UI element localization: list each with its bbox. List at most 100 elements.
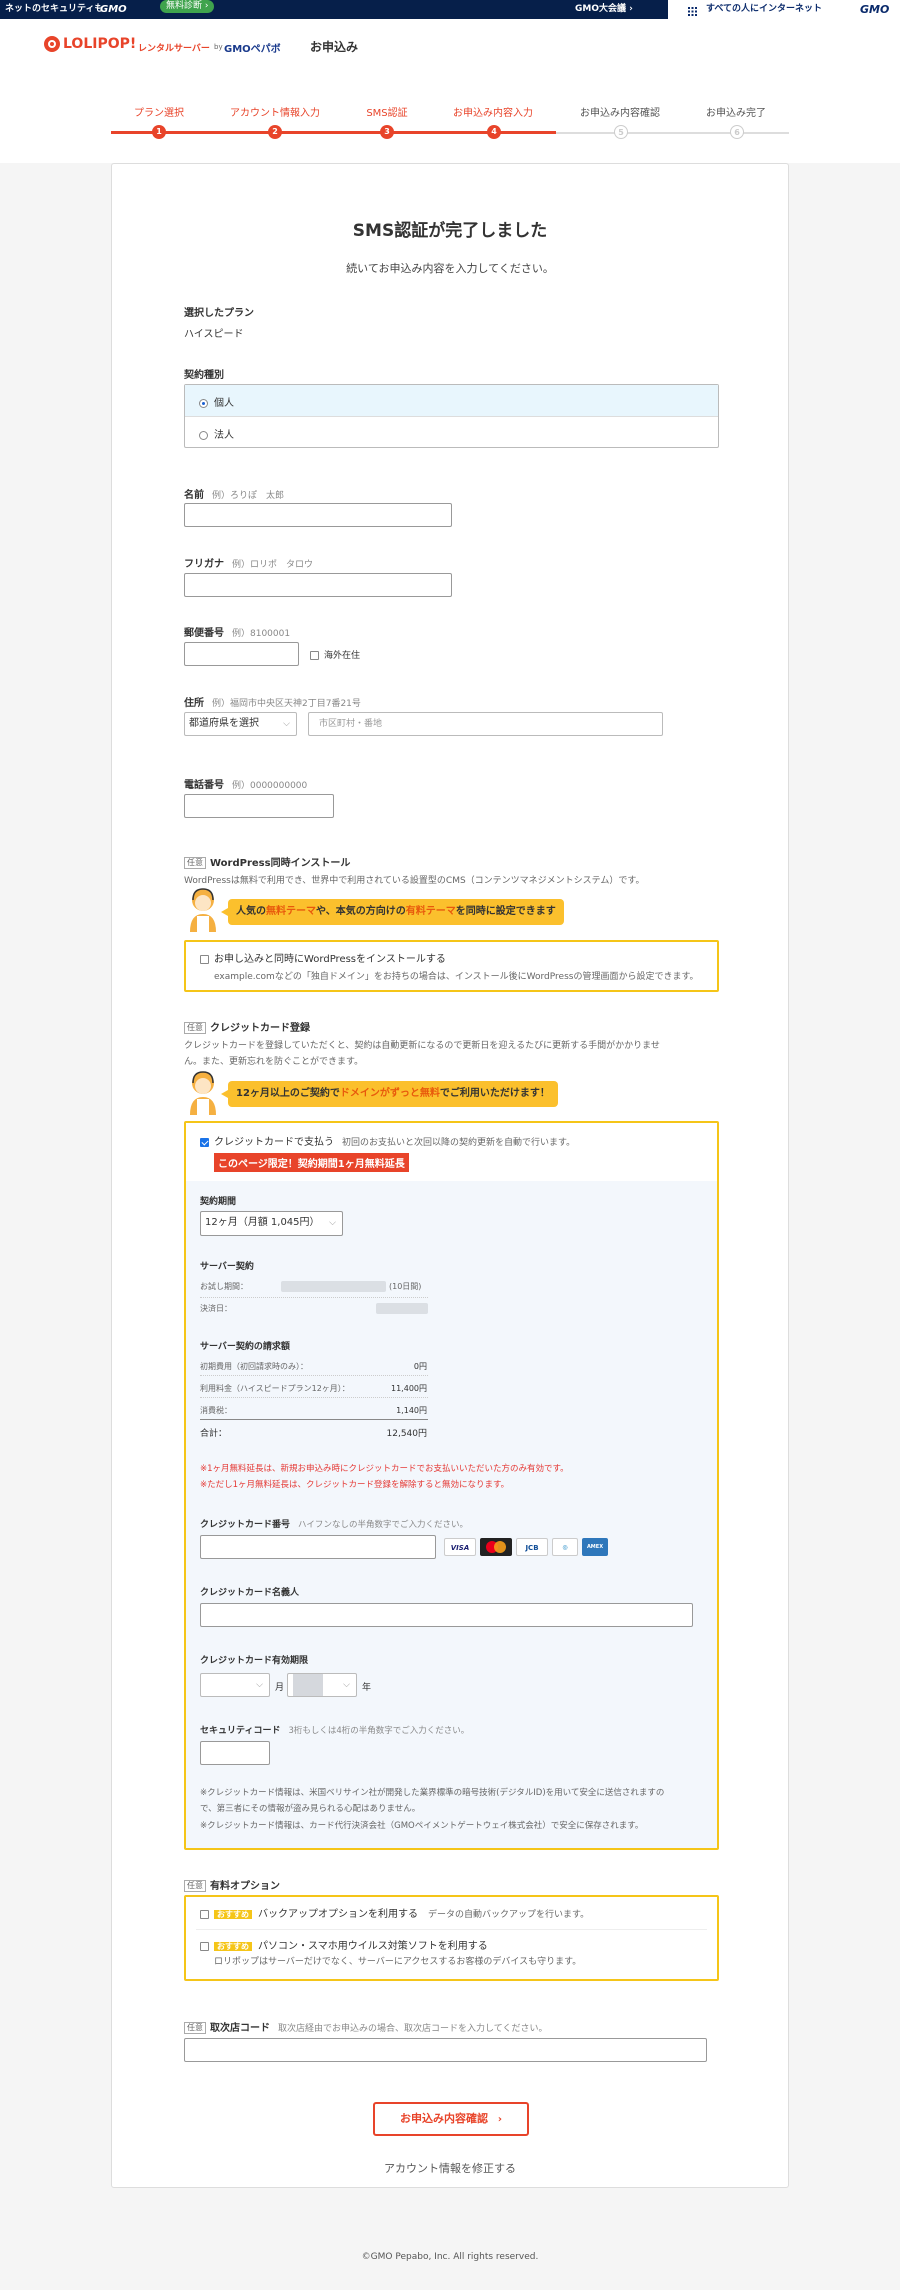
chevron-down-icon: ⌵ (329, 1218, 336, 1228)
mastercard-icon (480, 1538, 512, 1556)
confirm-button[interactable]: お申込み内容確認 › (373, 2102, 529, 2136)
radio-individual[interactable]: 個人 (185, 385, 718, 417)
divider (196, 1929, 707, 1930)
bill-row-key: 利用料金（ハイスピードプラン12ヶ月）： (200, 1384, 350, 1393)
recommend-badge: おすすめ (214, 1910, 252, 1919)
virus-checkbox[interactable]: おすすめ パソコン・スマホ用ウイルス対策ソフトを利用する (200, 1937, 488, 1952)
security-code-label: セキュリティコード 3桁もしくは4桁の半角数字でご入力ください。 (200, 1726, 470, 1736)
divider (200, 1419, 428, 1420)
agency-label: 任意 取次店コード 取次店経由でお申込みの場合、取次店コードを入力してください。 (184, 2019, 547, 2034)
cc-box: クレジットカードで支払う 初回のお支払いと次回以降の契約更新を自動で行います。 こ… (184, 1121, 719, 1850)
top-right-banner[interactable]: すべての人にインターネット GMO (668, 0, 900, 19)
checkbox-icon (200, 1941, 209, 1951)
cc-pay-checkbox[interactable]: クレジットカードで支払う 初回のお支払いと次回以降の契約更新を自動で行います。 (200, 1133, 575, 1148)
radio-icon (199, 398, 208, 408)
free-diag-pill[interactable]: 無料診断 › (160, 0, 215, 13)
cc-note-3: ※クレジットカード情報は、カード代行決済会社（GMOペイメントゲートウェイ株式会… (200, 1821, 644, 1831)
radio-icon (199, 430, 208, 440)
city-input[interactable]: 市区町村・番地 (308, 712, 663, 736)
wp-promo-bubble: 人気の無料テーマや、本気の方向けの有料テーマを同時に設定できます (221, 899, 564, 925)
bill-row-value: 11,400円 (391, 1384, 427, 1393)
period-select[interactable]: 12ヶ月（月額 1,045円） ⌵ (200, 1211, 343, 1236)
cc-title: 任意 クレジットカード登録 (184, 1019, 310, 1034)
note-red-2: ※ただし1ヶ月無料延長は、クレジットカード登録を解除すると無効になります。 (200, 1480, 510, 1490)
cc-description-1: クレジットカードを登録していただくと、契約は自動更新になるので更新日を迎えるたび… (184, 1041, 660, 1051)
checkbox-icon (310, 651, 319, 660)
agency-code-input[interactable] (184, 2038, 707, 2062)
cc-box-head (186, 1123, 717, 1181)
operator-illustration (184, 1069, 222, 1115)
total-value: 12,540円 (386, 1429, 428, 1439)
cc-name-input[interactable] (200, 1603, 693, 1627)
promo-text: ネットのセキュリティも (5, 4, 104, 14)
wp-title: 任意 WordPress同時インストール (184, 854, 350, 869)
form-card: SMS認証が完了しました 続いてお申込み内容を入力してください。 選択したプラン… (111, 163, 789, 2188)
logo[interactable]: LOLIPOP! (63, 36, 136, 52)
cc-note-2: で、第三者にその情報が盗み見られる心配はありません。 (200, 1804, 421, 1814)
trial-dates-redacted (281, 1281, 386, 1292)
diners-icon: ◎ (552, 1538, 578, 1556)
security-code-input[interactable] (200, 1741, 270, 1765)
note-red-1: ※1ヶ月無料延長は、新規お申込み時にクレジットカードでお支払いいただいた方のみ有… (200, 1464, 569, 1474)
furigana-label: フリガナ 例）ロリポ タロウ (184, 559, 314, 570)
paid-options-title: 任意 有料オプション (184, 1877, 280, 1892)
progress-steps: プラン選択 1 アカウント情報入力 2 SMS認証 3 お申込み内容入力 4 お… (0, 91, 900, 163)
phone-input[interactable] (184, 794, 334, 818)
checkbox-icon (200, 954, 209, 964)
plan-label: 選択したプラン (184, 308, 254, 319)
backup-checkbox[interactable]: おすすめ バックアップオプションを利用する データの自動バックアップを行います。 (200, 1905, 589, 1920)
card-brands: VISA JCB ◎ AMEX (444, 1538, 619, 1556)
exp-month-select[interactable]: ⌵ (200, 1673, 270, 1697)
checkbox-checked-icon (200, 1137, 209, 1147)
overseas-checkbox[interactable]: 海外在住 (310, 648, 360, 661)
divider (200, 1375, 428, 1376)
chevron-down-icon: ⌵ (256, 1680, 263, 1690)
wp-install-note: example.comなどの「独自ドメイン」をお持ちの場合は、インストール後にW… (214, 972, 699, 982)
cc-name-label: クレジットカード名義人 (200, 1588, 300, 1598)
step-label-6: お申込み完了 (706, 108, 766, 119)
page-subtitle: 続いてお申込み内容を入力してください。 (346, 262, 554, 275)
phone-label: 電話番号 例）0000000000 (184, 780, 308, 791)
contract-type-group: 個人 法人 (184, 384, 719, 448)
bill-label: サーバー契約の請求額 (200, 1342, 290, 1352)
prefecture-select[interactable]: 都道府県を選択 ⌵ (184, 712, 297, 736)
period-label: 契約期間 (200, 1197, 237, 1207)
trial-label: お試し期間： (200, 1282, 248, 1291)
cc-number-input[interactable] (200, 1535, 436, 1559)
contract-type-label: 契約種別 (184, 370, 224, 381)
step-dot-6: 6 (730, 125, 744, 139)
step-label-5: お申込み内容確認 (580, 108, 660, 119)
furigana-input[interactable] (184, 573, 452, 597)
checkbox-icon (200, 1909, 209, 1919)
edit-account-link[interactable]: アカウント情報を修正する (112, 2160, 788, 2176)
step-dot-2: 2 (268, 125, 282, 139)
wp-install-box: お申し込みと同時にWordPressをインストールする example.comな… (184, 940, 719, 992)
step-dot-3: 3 (380, 125, 394, 139)
grid-icon (688, 5, 697, 16)
exp-year-select[interactable]: ⌵ (287, 1673, 357, 1697)
recommend-badge: おすすめ (214, 1942, 252, 1951)
cc-ribbon: このページ限定！契約期間1ヶ月無料延長 (214, 1153, 409, 1172)
step-label-2: アカウント情報入力 (230, 108, 320, 119)
page-heading: SMS認証が完了しました (352, 221, 548, 241)
paid-options-box: おすすめ バックアップオプションを利用する データの自動バックアップを行います。 お… (184, 1895, 719, 1981)
chevron-down-icon: ⌵ (283, 719, 290, 729)
radio-corporate[interactable]: 法人 (185, 417, 718, 448)
plan-value: ハイスピード (184, 329, 244, 340)
server-contract-label: サーバー契約 (200, 1262, 254, 1272)
name-label: 名前 例）ろりぽ 太郎 (184, 490, 285, 501)
lollipop-icon (44, 36, 60, 52)
wp-install-checkbox[interactable]: お申し込みと同時にWordPressをインストールする (200, 950, 446, 965)
site-header: LOLIPOP! レンタルサーバー by GMOペパボ お申込み (0, 19, 900, 91)
page-title: お申込み (310, 40, 359, 54)
postal-input[interactable] (184, 642, 299, 666)
operator-illustration (184, 886, 222, 932)
top-promo-bar: ネットのセキュリティも GMO 無料診断 › GMO大会議 › すべての人にイン… (0, 0, 900, 19)
name-input[interactable] (184, 503, 452, 527)
cc-description-2: ん。また、更新忘れを防ぐことができます。 (184, 1057, 364, 1067)
gmo-taikai-link[interactable]: GMO大会議 › (575, 0, 633, 19)
month-label: 月 (275, 1683, 285, 1693)
cc-note-1: ※クレジットカード情報は、米国ベリサイン社が開発した業界標準の暗号技術(デジタル… (200, 1788, 665, 1798)
amex-icon: AMEX (582, 1538, 608, 1556)
jcb-icon: JCB (516, 1538, 548, 1556)
